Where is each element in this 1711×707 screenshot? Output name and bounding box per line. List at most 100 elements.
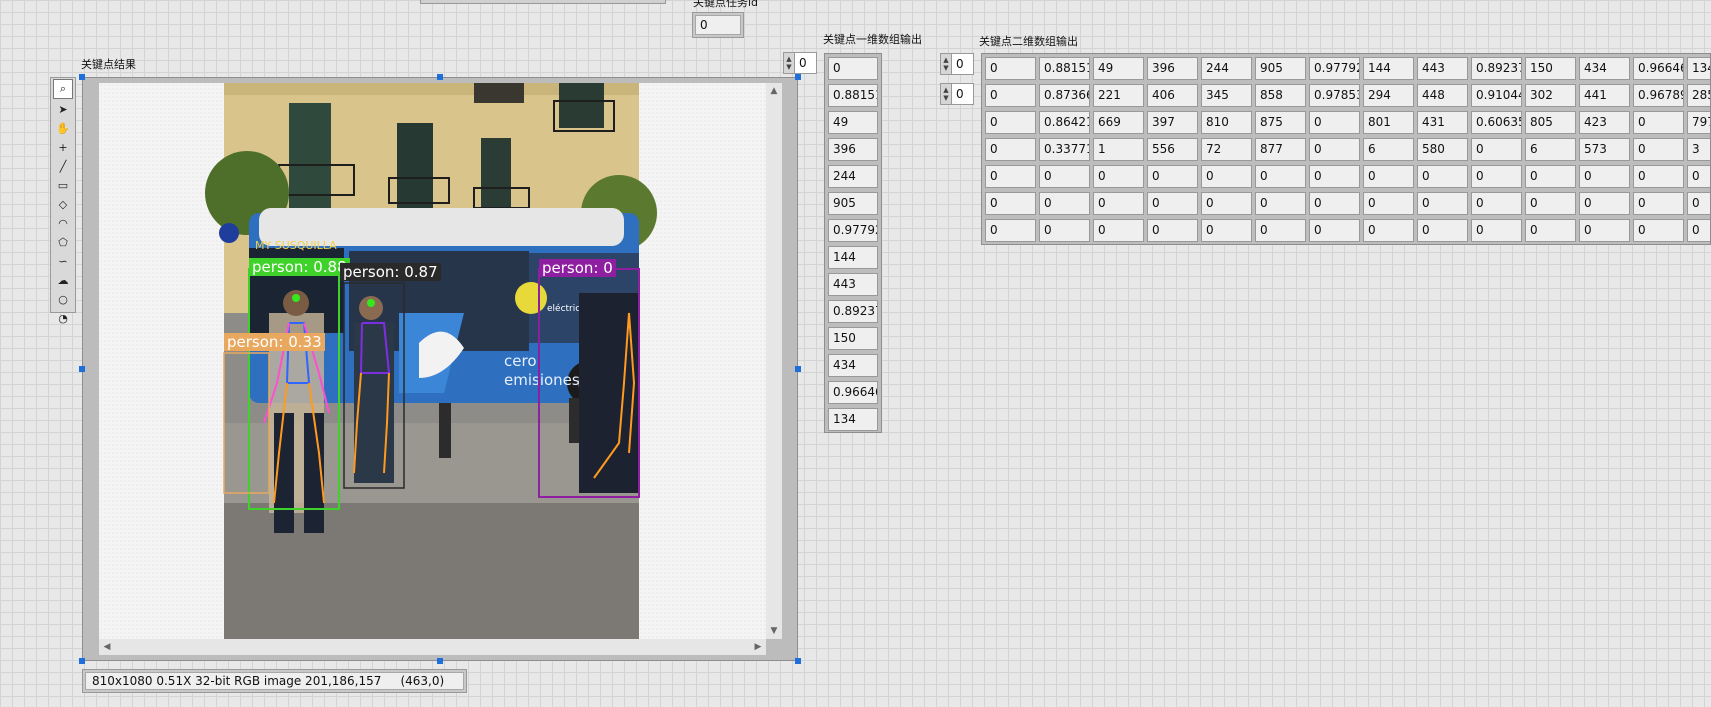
array-2d-cell: 0 bbox=[1255, 219, 1306, 242]
array-2d-cell: 0.60635 bbox=[1471, 111, 1522, 134]
array-2d-row: 0 0.88151 49 396 244 905 0.97792 144 443 0.89237 1… bbox=[985, 57, 1710, 80]
resize-handle-bottom-mid[interactable] bbox=[437, 658, 443, 664]
array-2d-cell: 0.91044 bbox=[1471, 84, 1522, 107]
array-2d-cell: 150 bbox=[1525, 57, 1576, 80]
array-2d-cell: 396 bbox=[1147, 57, 1198, 80]
index-spinner-icon[interactable]: ▲ ▼ bbox=[784, 53, 795, 73]
resize-handle-top-mid[interactable] bbox=[437, 74, 443, 80]
bus-route-text: MY SUSQUILLA bbox=[255, 239, 337, 252]
array-2d-cell: 0 bbox=[1687, 192, 1710, 215]
col-index-spinner-icon[interactable]: ▲ ▼ bbox=[941, 84, 952, 104]
array-2d-cell: 397 bbox=[1147, 111, 1198, 134]
array-1d-cell: 0.97792 bbox=[828, 219, 878, 242]
array-2d-col-index-value: 0 bbox=[956, 87, 964, 101]
array-2d-cell: 0 bbox=[1579, 165, 1630, 188]
array-2d-row: 00000000000000 bbox=[985, 192, 1710, 215]
array-2d-cell: 0 bbox=[1201, 165, 1252, 188]
array-2d-cell: 0 bbox=[1039, 165, 1090, 188]
array-2d-cell: 0 bbox=[1147, 192, 1198, 215]
array-2d-row: 00000000000000 bbox=[985, 219, 1710, 242]
pointer-tool-icon[interactable]: ➤ bbox=[53, 100, 73, 118]
array-2d-cell: 875 bbox=[1255, 111, 1306, 134]
array-2d-label: 关键点二维数组输出 bbox=[979, 35, 1078, 48]
array-2d-cell: 441 bbox=[1579, 84, 1630, 107]
array-2d-cell: 0.88151 bbox=[1039, 57, 1090, 80]
free-region-tool-icon[interactable]: ☁ bbox=[53, 271, 73, 289]
tools-palette: ⌕ ➤ ✋ + ╱ ▭ ◇ ◠ ⬠ ∽ ☁ ○ ◔ bbox=[50, 77, 76, 325]
resize-handle-bottom-left[interactable] bbox=[79, 658, 85, 664]
annulus-tool-icon[interactable]: ◠ bbox=[53, 214, 73, 232]
polygon-tool-icon[interactable]: ⬠ bbox=[53, 233, 73, 251]
array-1d-label: 关键点一维数组输出 bbox=[823, 33, 922, 46]
array-2d-cell: 0 bbox=[1525, 219, 1576, 242]
array-2d-cell: 0 bbox=[985, 57, 1036, 80]
array-2d-cell: 0 bbox=[1633, 165, 1684, 188]
array-2d-cell: 0 bbox=[985, 138, 1036, 161]
rotated-rect-tool-icon[interactable]: ◇ bbox=[53, 195, 73, 213]
task-id-label: 关键点任务id bbox=[693, 0, 759, 9]
array-2d-cell: 0.89237 bbox=[1471, 57, 1522, 80]
array-2d-indicator: 0 0.88151 49 396 244 905 0.97792 144 443 0.89237 1… bbox=[981, 53, 1711, 245]
array-2d-cell: 0.97792 bbox=[1309, 57, 1360, 80]
detection-label-2: person: 0.87 bbox=[340, 263, 441, 281]
array-1d-indicator: 0 0.88151 49 396 244 905 0.97792 144 443 0.89237 1… bbox=[824, 53, 882, 433]
resize-handle-top-left[interactable] bbox=[79, 74, 85, 80]
array-2d-cell: 0 bbox=[1201, 219, 1252, 242]
array-2d-cell: 423 bbox=[1579, 111, 1630, 134]
array-2d-cell: 0 bbox=[1363, 192, 1414, 215]
task-id-indicator: 0 bbox=[692, 12, 744, 38]
array-2d-cell: 810 bbox=[1201, 111, 1252, 134]
array-2d-cell: 443 bbox=[1417, 57, 1468, 80]
array-1d-cell: 150 bbox=[828, 327, 878, 350]
line-tool-icon[interactable]: ╱ bbox=[53, 157, 73, 175]
array-2d-cell: 72 bbox=[1201, 138, 1252, 161]
array-2d-cell: 0 bbox=[985, 165, 1036, 188]
row-index-spinner-icon[interactable]: ▲ ▼ bbox=[941, 54, 952, 74]
array-2d-col-index[interactable]: ▲ ▼ 0 bbox=[940, 83, 974, 105]
rectangle-tool-icon[interactable]: ▭ bbox=[53, 176, 73, 194]
annulus-arc-tool-icon[interactable]: ◔ bbox=[53, 309, 73, 327]
array-2d-cell: 0 bbox=[985, 192, 1036, 215]
scroll-right-arrow-icon[interactable]: ▶ bbox=[750, 639, 766, 655]
image-info-bar: 810x1080 0.51X 32-bit RGB image 201,186,… bbox=[82, 669, 467, 693]
array-2d-cell: 0 bbox=[1417, 219, 1468, 242]
array-2d-cell: 0 bbox=[1309, 219, 1360, 242]
resize-handle-mid-right[interactable] bbox=[795, 366, 801, 372]
point-tool-icon[interactable]: + bbox=[53, 138, 73, 156]
array-1d-index[interactable]: ▲ ▼ 0 bbox=[783, 52, 817, 74]
image-display[interactable]: MY SUSQUILLA eléctricoEMTe cero emisione… bbox=[99, 83, 766, 639]
freehand-tool-icon[interactable]: ∽ bbox=[53, 252, 73, 270]
array-2d-row-index[interactable]: ▲ ▼ 0 bbox=[940, 53, 974, 75]
array-2d-cell: 144 bbox=[1363, 57, 1414, 80]
array-2d-cell: 0 bbox=[1417, 192, 1468, 215]
image-vertical-scrollbar[interactable]: ▲ ▼ bbox=[766, 83, 782, 639]
array-2d-cell: 580 bbox=[1417, 138, 1468, 161]
array-2d-cell: 0 bbox=[1471, 165, 1522, 188]
result-label: 关键点结果 bbox=[81, 58, 136, 71]
array-2d-cell: 0 bbox=[1201, 192, 1252, 215]
oval-tool-icon[interactable]: ○ bbox=[53, 290, 73, 308]
resize-handle-mid-left[interactable] bbox=[79, 366, 85, 372]
array-2d-cell: 0 bbox=[1147, 165, 1198, 188]
array-1d-cell: 905 bbox=[828, 192, 878, 215]
array-2d-cell: 434 bbox=[1579, 57, 1630, 80]
image-horizontal-scrollbar[interactable]: ◀ ▶ bbox=[99, 639, 766, 655]
array-1d-cell: 396 bbox=[828, 138, 878, 161]
array-2d-cell: 0.96789 bbox=[1633, 84, 1684, 107]
array-2d-cell: 448 bbox=[1417, 84, 1468, 107]
scroll-left-arrow-icon[interactable]: ◀ bbox=[99, 639, 115, 655]
resize-handle-bottom-right[interactable] bbox=[795, 658, 801, 664]
array-2d-cell: 244 bbox=[1201, 57, 1252, 80]
array-2d-cell: 0 bbox=[1525, 192, 1576, 215]
array-1d-cell: 0.96646 bbox=[828, 381, 878, 404]
scroll-up-arrow-icon[interactable]: ▲ bbox=[766, 83, 782, 99]
zoom-tool-icon[interactable]: ⌕ bbox=[53, 79, 73, 99]
array-2d-cell: 0 bbox=[1093, 192, 1144, 215]
pan-tool-icon[interactable]: ✋ bbox=[53, 119, 73, 137]
detection-label-4: person: 0 bbox=[539, 259, 616, 277]
scroll-down-arrow-icon[interactable]: ▼ bbox=[766, 623, 782, 639]
array-2d-cell: 0.87366 bbox=[1039, 84, 1090, 107]
resize-handle-top-right[interactable] bbox=[795, 74, 801, 80]
array-2d-cell: 801 bbox=[1363, 111, 1414, 134]
array-2d-cell: 0 bbox=[1363, 165, 1414, 188]
